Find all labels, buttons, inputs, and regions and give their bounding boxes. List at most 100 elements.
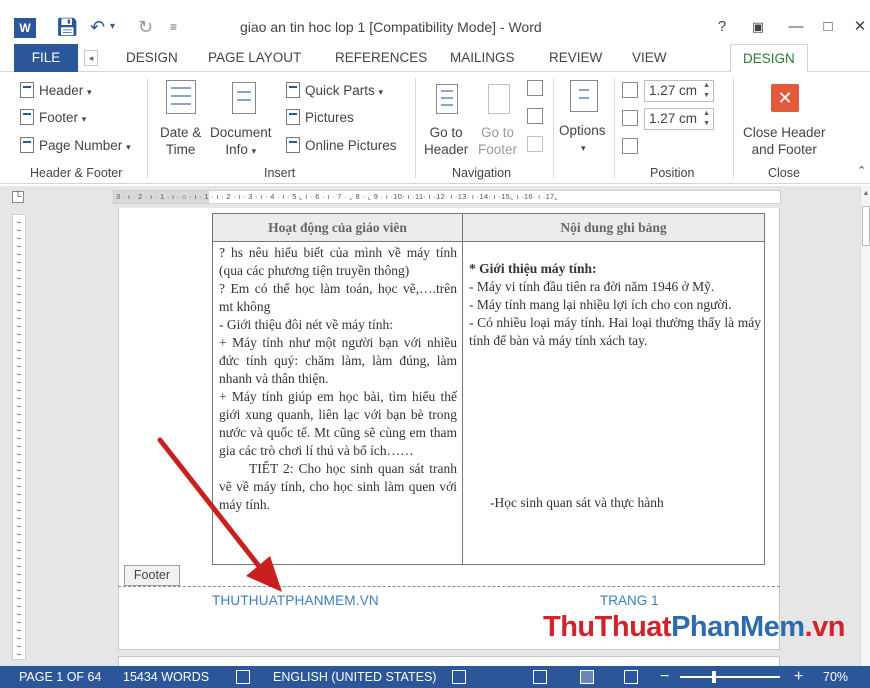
date-time-button[interactable]: Date & Time bbox=[160, 124, 201, 158]
tab-mailings[interactable]: MAILINGS bbox=[450, 44, 515, 72]
date-time-icon bbox=[166, 80, 196, 114]
tab-view[interactable]: VIEW bbox=[632, 44, 667, 72]
language-indicator[interactable]: ENGLISH (UNITED STATES) bbox=[273, 666, 436, 688]
proofing-icon[interactable] bbox=[236, 670, 250, 684]
status-bar: PAGE 1 OF 64 15434 WORDS ENGLISH (UNITED… bbox=[0, 666, 870, 688]
footer-position-icon bbox=[622, 110, 638, 126]
go-to-footer-icon bbox=[488, 84, 510, 114]
tab-design[interactable]: DESIGN bbox=[126, 44, 178, 72]
group-label-navigation: Navigation bbox=[452, 166, 512, 180]
header-icon bbox=[20, 82, 34, 98]
insert-alignment-tab-icon[interactable] bbox=[622, 138, 638, 154]
group-separator bbox=[553, 78, 554, 178]
cell-paragraph: - Máy tính mang lại nhiều lợi ích cho co… bbox=[469, 297, 732, 312]
options-dropdown-icon[interactable]: ▾ bbox=[581, 140, 586, 157]
cell-paragraph: -Học sinh quan sát và thực hành bbox=[490, 495, 664, 510]
go-to-footer-button[interactable]: Go to Footer bbox=[478, 124, 517, 158]
footer-left-text[interactable]: THUTHUATPHANMEM.VN bbox=[212, 593, 379, 608]
cell-paragraph: - Có nhiều loại máy tính. Hai loại thườn… bbox=[469, 315, 761, 348]
maximize-icon[interactable]: □ bbox=[818, 17, 838, 37]
zoom-level[interactable]: 70% bbox=[823, 666, 848, 688]
redo-icon[interactable]: ↻ bbox=[138, 17, 153, 37]
lesson-table[interactable]: Hoạt động của giáo viên Nội dung ghi bản… bbox=[212, 213, 765, 565]
table-cell-board-content[interactable]: * Giới thiệu máy tính: - Máy vi tính đầu… bbox=[469, 260, 761, 350]
link-to-previous-icon[interactable] bbox=[527, 136, 543, 152]
scroll-up-icon[interactable]: ▲ bbox=[861, 190, 870, 204]
watermark-logo: ThuThuatPhanMem.vn bbox=[543, 611, 845, 643]
group-label-close: Close bbox=[768, 166, 800, 180]
page-count[interactable]: PAGE 1 OF 64 bbox=[19, 666, 101, 688]
tab-header-footer-design[interactable]: DESIGN bbox=[730, 44, 808, 73]
ruler-strip[interactable]: 3 · ı · 2 · ı · 1 · ı · ⌂ · ı · 1 · ı · … bbox=[113, 190, 781, 204]
page-number-icon bbox=[20, 137, 34, 153]
ribbon: Header ▾ Footer ▾ Page Number ▾ Header &… bbox=[0, 72, 870, 184]
close-icon[interactable]: ✕ bbox=[850, 17, 870, 37]
vertical-ruler-strip bbox=[12, 214, 26, 660]
minimize-icon[interactable]: — bbox=[786, 17, 806, 37]
customize-toolbar-icon[interactable]: ≡ bbox=[170, 17, 177, 37]
cell-heading: * Giới thiệu máy tính: bbox=[469, 261, 597, 276]
table-header-board-content: Nội dung ghi bảng bbox=[463, 214, 764, 242]
scrollbar-thumb[interactable] bbox=[862, 206, 870, 246]
tab-scroll-left-icon[interactable]: ◂ bbox=[84, 50, 98, 66]
help-icon[interactable]: ? bbox=[712, 17, 732, 37]
online-pictures-button[interactable]: Online Pictures bbox=[286, 137, 397, 154]
zoom-in-button[interactable]: + bbox=[794, 666, 803, 688]
save-icon[interactable]: 💾︎ bbox=[56, 17, 79, 37]
header-from-top-input[interactable]: 1.27 cm ▲ ▼ bbox=[644, 80, 714, 102]
ribbon-tabs: FILE ◂ DESIGN PAGE LAYOUT REFERENCES MAI… bbox=[0, 44, 870, 73]
cell-paragraph: - Giới thiệu đôi nét về máy tính: bbox=[219, 317, 393, 332]
footer-button[interactable]: Footer ▾ bbox=[20, 109, 86, 128]
table-header-teacher-activity: Hoạt động của giáo viên bbox=[213, 214, 462, 242]
document-info-button[interactable]: Document Info ▾ bbox=[210, 124, 272, 160]
footer-page-number[interactable]: TRANG 1 bbox=[600, 593, 659, 608]
group-label-position: Position bbox=[650, 166, 695, 180]
vertical-scrollbar[interactable]: ▲ bbox=[860, 186, 870, 666]
pictures-button[interactable]: Pictures bbox=[286, 109, 354, 126]
header-position-icon bbox=[622, 82, 638, 98]
online-pictures-icon bbox=[286, 137, 300, 153]
quick-parts-icon bbox=[286, 82, 300, 98]
ribbon-display-icon[interactable]: ▣ bbox=[748, 17, 768, 37]
word-app-icon[interactable]: W bbox=[14, 18, 36, 38]
title-bar: W 💾︎ ↶ ▾ ↻ ≡ giao an tin hoc lop 1 [Comp… bbox=[0, 0, 870, 44]
quick-parts-button[interactable]: Quick Parts ▾ bbox=[286, 82, 383, 101]
print-layout-icon[interactable] bbox=[580, 670, 594, 684]
tab-selector-icon[interactable]: └ bbox=[12, 191, 24, 203]
go-to-header-icon bbox=[436, 84, 458, 114]
collapse-ribbon-icon[interactable]: ⌃ bbox=[857, 164, 866, 177]
cell-paragraph: ? hs nêu hiểu biết của mình về máy tính … bbox=[219, 245, 457, 278]
zoom-slider-thumb[interactable] bbox=[712, 671, 716, 683]
next-section-icon[interactable] bbox=[527, 108, 543, 124]
pictures-icon bbox=[286, 109, 300, 125]
horizontal-ruler[interactable]: └ 3 · ı · 2 · ı · 1 · ı · ⌂ · ı · 1 · ı … bbox=[0, 186, 870, 208]
vertical-ruler[interactable] bbox=[0, 208, 32, 666]
document-info-icon bbox=[232, 82, 256, 114]
tab-references[interactable]: REFERENCES bbox=[335, 44, 427, 72]
go-to-header-button[interactable]: Go to Header bbox=[424, 124, 468, 158]
read-mode-icon[interactable] bbox=[533, 670, 547, 684]
cell-paragraph: ? Em có thể học làm toán, học vẽ,….trên … bbox=[219, 281, 457, 314]
footer-from-bottom-input[interactable]: 1.27 cm ▲ ▼ bbox=[644, 108, 714, 130]
word-count[interactable]: 15434 WORDS bbox=[123, 666, 209, 688]
group-separator bbox=[614, 78, 615, 178]
group-separator bbox=[733, 78, 734, 178]
zoom-slider-track[interactable] bbox=[680, 676, 780, 678]
tab-file[interactable]: FILE bbox=[14, 44, 78, 72]
zoom-out-button[interactable]: − bbox=[660, 666, 669, 688]
close-header-footer-icon[interactable]: ✕ bbox=[771, 84, 799, 112]
close-header-footer-button[interactable]: Close Header and Footer bbox=[743, 124, 826, 158]
undo-icon[interactable]: ↶ bbox=[90, 17, 105, 37]
page-number-button[interactable]: Page Number ▾ bbox=[20, 137, 131, 156]
tab-page-layout[interactable]: PAGE LAYOUT bbox=[208, 44, 301, 72]
group-label-header-footer: Header & Footer bbox=[30, 166, 123, 180]
options-button[interactable]: Options bbox=[559, 122, 606, 139]
macro-recording-icon[interactable] bbox=[452, 670, 466, 684]
tab-review[interactable]: REVIEW bbox=[549, 44, 602, 72]
cell-paragraph: - Máy vi tính đầu tiên ra đời năm 1946 ở… bbox=[469, 279, 715, 294]
undo-dropdown-icon[interactable]: ▾ bbox=[110, 17, 115, 37]
previous-section-icon[interactable] bbox=[527, 80, 543, 96]
red-arrow-icon bbox=[157, 437, 282, 592]
web-layout-icon[interactable] bbox=[624, 670, 638, 684]
header-button[interactable]: Header ▾ bbox=[20, 82, 92, 101]
